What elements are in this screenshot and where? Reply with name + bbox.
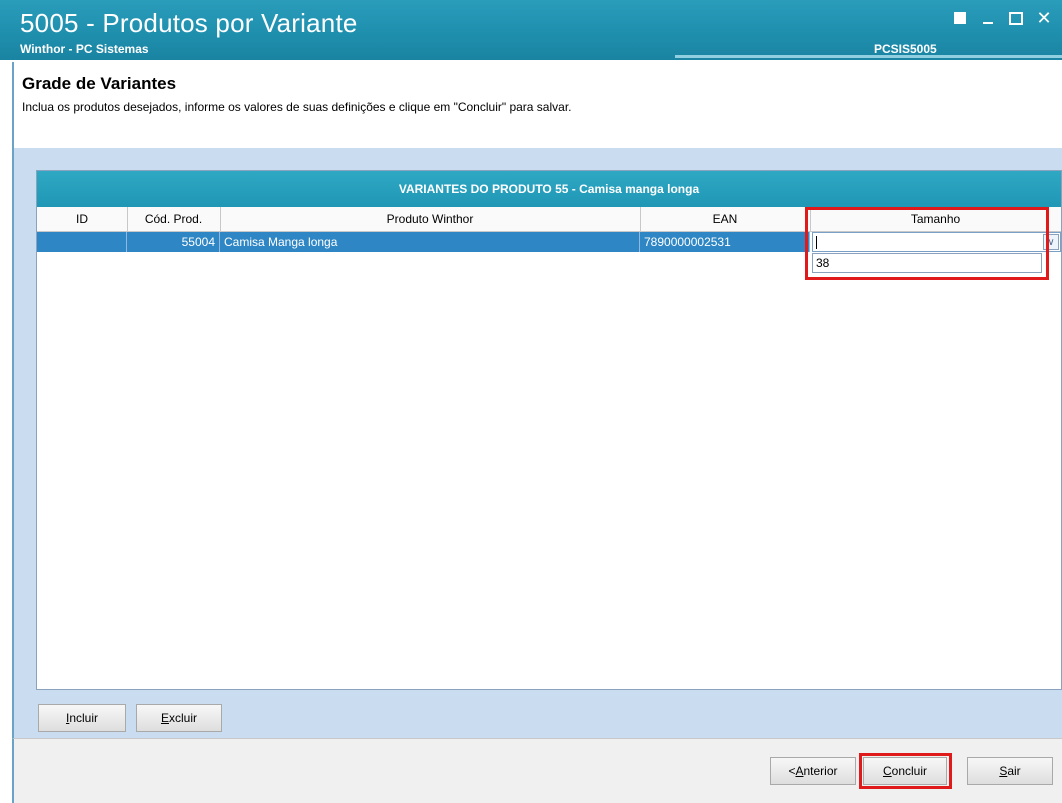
cell-cod-prod[interactable]: 55004: [127, 232, 220, 252]
maximize-icon: [1009, 11, 1023, 25]
column-header-ean[interactable]: EAN: [640, 207, 811, 231]
content-panel: VARIANTES DO PRODUTO 55 - Camisa manga l…: [12, 148, 1062, 738]
combo-dropdown-button[interactable]: ∨: [1043, 234, 1059, 250]
cell-produto[interactable]: Camisa Manga longa: [220, 232, 640, 252]
cell-ean[interactable]: 7890000002531: [640, 232, 810, 252]
concluir-button[interactable]: Concluir: [863, 757, 947, 785]
sair-label: air: [1007, 764, 1021, 778]
page-description: Inclua os produtos desejados, informe os…: [22, 100, 572, 114]
anterior-prefix: <: [788, 764, 796, 778]
minimize-button[interactable]: [974, 6, 1002, 30]
module-code: PCSIS5005: [874, 42, 937, 56]
footer-bar: < Anterior Concluir Sair: [12, 738, 1062, 803]
incluir-label: ncluir: [69, 711, 99, 725]
tamanho-dropdown-option[interactable]: 38: [812, 253, 1042, 273]
incluir-button[interactable]: Incluir: [38, 704, 126, 732]
concluir-accelerator: C: [882, 764, 892, 778]
app-window: 5005 - Produtos por Variante Winthor - P…: [0, 0, 1062, 803]
sair-button[interactable]: Sair: [967, 757, 1053, 785]
close-icon: ✕: [1036, 7, 1052, 28]
window-subtitle: Winthor - PC Sistemas: [20, 42, 149, 56]
window-title: 5005 - Produtos por Variante: [20, 8, 358, 38]
anterior-button[interactable]: < Anterior: [770, 757, 856, 785]
sair-accelerator: S: [999, 764, 1008, 778]
title-divider: [675, 55, 1062, 58]
column-header-produto[interactable]: Produto Winthor: [220, 207, 641, 231]
concluir-label: oncluir: [891, 764, 928, 778]
column-header-id[interactable]: ID: [37, 207, 128, 231]
page-title: Grade de Variantes: [22, 74, 177, 93]
chevron-down-icon: ∨: [1047, 236, 1055, 248]
close-button[interactable]: ✕: [1030, 6, 1058, 30]
excluir-accelerator: E: [160, 711, 169, 725]
window-controls: ✕: [946, 6, 1058, 30]
page-header: Grade de Variantes Inclua os produtos de…: [12, 62, 1062, 148]
excluir-button[interactable]: Excluir: [136, 704, 222, 732]
grid-caption: VARIANTES DO PRODUTO 55 - Camisa manga l…: [37, 171, 1061, 207]
anterior-label: nterior: [803, 764, 838, 778]
tamanho-combo-input[interactable]: ∨: [812, 232, 1061, 252]
title-bar[interactable]: 5005 - Produtos por Variante Winthor - P…: [0, 0, 1062, 60]
variants-grid[interactable]: VARIANTES DO PRODUTO 55 - Camisa manga l…: [36, 170, 1062, 690]
maximize-button[interactable]: [1002, 6, 1030, 30]
cell-id[interactable]: [37, 232, 127, 252]
grid-header: ID Cód. Prod. Produto Winthor EAN Tamanh…: [37, 207, 1061, 232]
anterior-accelerator: A: [795, 764, 804, 778]
column-header-cod-prod[interactable]: Cód. Prod.: [127, 207, 221, 231]
restore-icon: [954, 12, 966, 24]
text-caret: [816, 236, 817, 249]
column-header-tamanho[interactable]: Tamanho: [810, 207, 1061, 231]
restore-button[interactable]: [946, 6, 974, 30]
minimize-icon: [983, 22, 993, 24]
excluir-label: xcluir: [169, 711, 198, 725]
